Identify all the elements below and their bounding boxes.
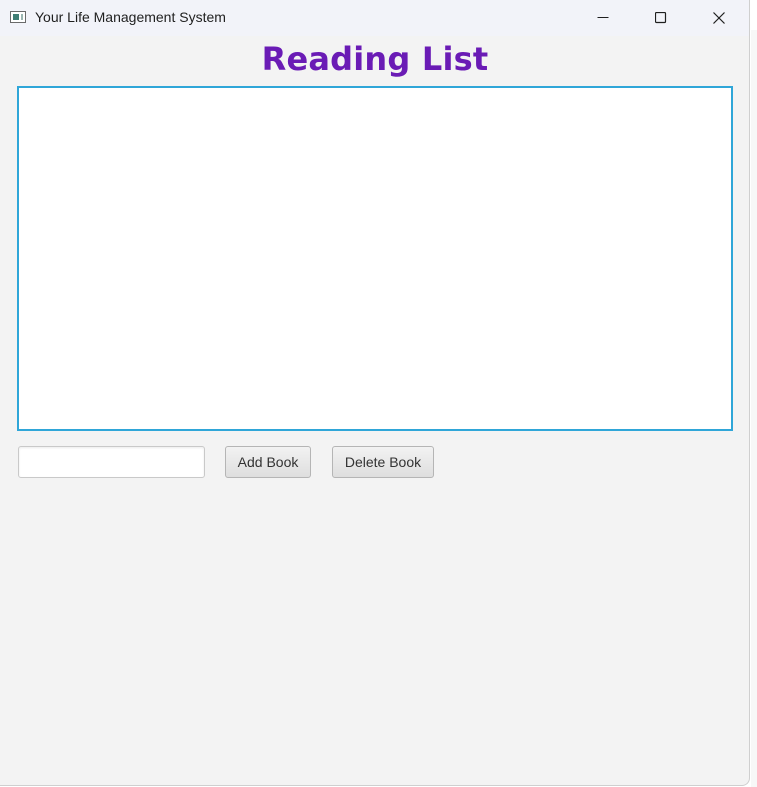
add-book-button[interactable]: Add Book	[225, 446, 311, 478]
close-button[interactable]	[696, 0, 742, 36]
minimize-button[interactable]	[580, 0, 626, 36]
background-window-edge	[751, 30, 757, 787]
app-window-icon	[10, 11, 26, 23]
app-window: Your Life Management System Reading List…	[0, 0, 750, 786]
book-title-input[interactable]	[18, 446, 205, 478]
delete-book-button[interactable]: Delete Book	[332, 446, 434, 478]
close-icon	[713, 12, 725, 24]
title-bar[interactable]: Your Life Management System	[0, 0, 749, 36]
maximize-button[interactable]	[638, 0, 684, 36]
minimize-icon	[597, 17, 609, 18]
reading-list-box[interactable]	[17, 86, 733, 431]
window-title: Your Life Management System	[35, 9, 226, 25]
page-title: Reading List	[261, 40, 489, 78]
maximize-icon	[655, 12, 667, 24]
